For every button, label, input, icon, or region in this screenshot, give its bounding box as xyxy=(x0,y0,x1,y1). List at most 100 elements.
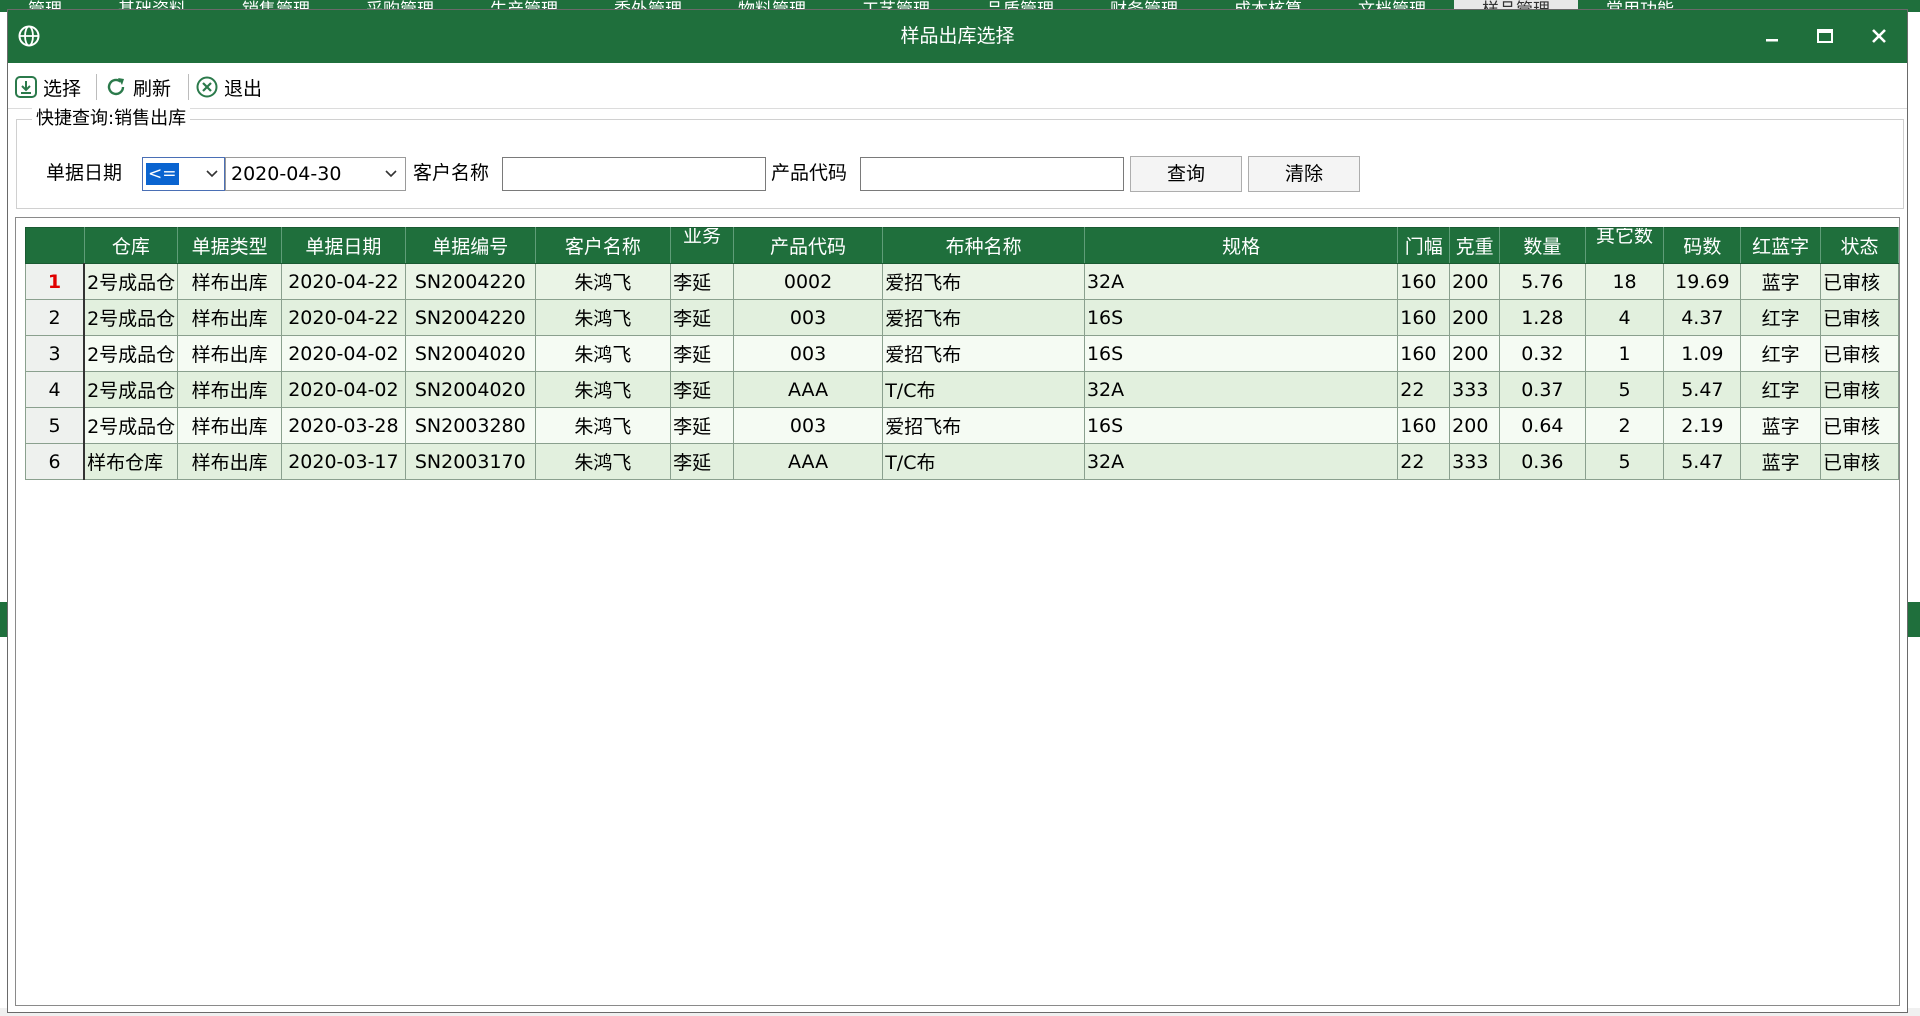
row-number-cell[interactable]: 5 xyxy=(25,407,86,444)
table-cell[interactable]: 2 xyxy=(1584,407,1665,444)
table-cell[interactable]: SN2004220 xyxy=(404,263,536,300)
table-cell[interactable]: 200 xyxy=(1449,407,1501,444)
table-cell[interactable]: 32A xyxy=(1083,371,1399,408)
table-cell[interactable]: 蓝字 xyxy=(1740,263,1822,300)
select-button[interactable]: 选择 xyxy=(14,73,81,101)
table-cell[interactable]: 200 xyxy=(1449,335,1501,372)
table-cell[interactable]: T/C布 xyxy=(882,443,1085,480)
table-row[interactable]: 3 2号成品仓 样布出库 2020-04-02 SN2004020 朱鸿飞 李延 003 爱招飞… xyxy=(25,335,1899,372)
table-cell[interactable]: 爱招飞布 xyxy=(882,407,1085,444)
row-number-cell[interactable]: 1 xyxy=(25,263,86,300)
row-number-cell[interactable]: 3 xyxy=(25,335,86,372)
table-cell[interactable]: 2号成品仓 xyxy=(83,263,179,300)
maximize-button[interactable] xyxy=(1805,20,1845,52)
table-cell[interactable]: 样布出库 xyxy=(177,263,282,300)
table-cell[interactable]: 2号成品仓 xyxy=(83,407,179,444)
table-cell[interactable]: 蓝字 xyxy=(1740,443,1822,480)
table-row[interactable]: 4 2号成品仓 样布出库 2020-04-02 SN2004020 朱鸿飞 李延 AAA T/C… xyxy=(25,371,1899,408)
table-cell[interactable]: 红字 xyxy=(1740,299,1822,336)
table-cell[interactable]: 李延 xyxy=(670,335,734,372)
table-cell[interactable]: 朱鸿飞 xyxy=(534,263,672,300)
table-cell[interactable]: 1 xyxy=(1584,335,1665,372)
table-cell[interactable]: 已审核 xyxy=(1820,263,1899,300)
table-cell[interactable]: 朱鸿飞 xyxy=(534,443,672,480)
table-cell[interactable]: 2.19 xyxy=(1663,407,1742,444)
column-header[interactable]: 规格 xyxy=(1083,227,1399,264)
column-header[interactable]: 码数 xyxy=(1663,227,1742,264)
table-cell[interactable]: 李延 xyxy=(670,299,734,336)
table-cell[interactable]: 0002 xyxy=(732,263,884,300)
table-cell[interactable]: 2020-04-22 xyxy=(280,299,406,336)
title-bar[interactable]: 样品出库选择 xyxy=(8,10,1907,63)
table-cell[interactable]: 003 xyxy=(732,299,884,336)
table-cell[interactable]: 16S xyxy=(1083,299,1399,336)
column-header[interactable]: 红蓝字 xyxy=(1740,227,1822,264)
table-cell[interactable]: 已审核 xyxy=(1820,443,1899,480)
row-number-cell[interactable]: 4 xyxy=(25,371,86,408)
table-cell[interactable]: 朱鸿飞 xyxy=(534,335,672,372)
column-header[interactable]: 单据日期 xyxy=(280,227,406,264)
row-number-header[interactable] xyxy=(25,227,85,264)
table-cell[interactable]: SN2004020 xyxy=(404,335,536,372)
table-cell[interactable]: 160 xyxy=(1397,407,1451,444)
table-cell[interactable]: 32A xyxy=(1083,443,1399,480)
column-header[interactable]: 单据编号 xyxy=(404,227,536,264)
table-cell[interactable]: AAA xyxy=(732,443,884,480)
table-cell[interactable]: 样布出库 xyxy=(177,371,282,408)
table-cell[interactable]: 160 xyxy=(1397,263,1451,300)
table-cell[interactable]: 样布出库 xyxy=(177,443,282,480)
table-cell[interactable]: 爱招飞布 xyxy=(882,335,1085,372)
table-cell[interactable]: 22 xyxy=(1397,371,1451,408)
table-cell[interactable]: 5.47 xyxy=(1663,371,1742,408)
column-header[interactable]: 客户名称 xyxy=(534,227,672,264)
customer-input[interactable] xyxy=(502,157,766,191)
table-cell[interactable]: 2号成品仓 xyxy=(83,299,179,336)
table-cell[interactable]: 李延 xyxy=(670,371,734,408)
table-cell[interactable]: 样布仓库 xyxy=(83,443,179,480)
table-cell[interactable]: 0.37 xyxy=(1499,371,1586,408)
table-cell[interactable]: 2020-03-28 xyxy=(280,407,406,444)
table-cell[interactable]: 李延 xyxy=(670,443,734,480)
table-cell[interactable]: 0.32 xyxy=(1499,335,1586,372)
table-cell[interactable]: T/C布 xyxy=(882,371,1085,408)
table-cell[interactable]: 18 xyxy=(1584,263,1665,300)
column-header[interactable]: 产品代码 xyxy=(732,227,884,264)
exit-button[interactable]: 退出 xyxy=(195,73,262,101)
table-cell[interactable]: 2号成品仓 xyxy=(83,335,179,372)
table-cell[interactable]: 4.37 xyxy=(1663,299,1742,336)
table-cell[interactable]: 200 xyxy=(1449,299,1501,336)
table-cell[interactable]: 003 xyxy=(732,407,884,444)
table-cell[interactable]: 朱鸿飞 xyxy=(534,299,672,336)
table-cell[interactable]: 003 xyxy=(732,335,884,372)
close-button[interactable] xyxy=(1859,20,1899,52)
table-row[interactable]: 6 样布仓库 样布出库 2020-03-17 SN2003170 朱鸿飞 李延 AAA T/C布… xyxy=(25,443,1899,480)
table-cell[interactable]: 李延 xyxy=(670,263,734,300)
table-cell[interactable]: 爱招飞布 xyxy=(882,299,1085,336)
table-cell[interactable]: 朱鸿飞 xyxy=(534,407,672,444)
table-cell[interactable]: AAA xyxy=(732,371,884,408)
table-cell[interactable]: 样布出库 xyxy=(177,407,282,444)
table-row[interactable]: 2 2号成品仓 样布出库 2020-04-22 SN2004220 朱鸿飞 李延 003 爱招飞… xyxy=(25,299,1899,336)
column-header[interactable]: 仓库 xyxy=(83,227,179,264)
refresh-button[interactable]: 刷新 xyxy=(104,73,171,101)
table-cell[interactable]: 16S xyxy=(1083,407,1399,444)
minimize-button[interactable] xyxy=(1752,20,1792,52)
table-cell[interactable]: 160 xyxy=(1397,299,1451,336)
table-cell[interactable]: 红字 xyxy=(1740,371,1822,408)
table-cell[interactable]: SN2003280 xyxy=(404,407,536,444)
table-cell[interactable]: 4 xyxy=(1584,299,1665,336)
column-header[interactable]: 克重 xyxy=(1449,227,1501,264)
table-cell[interactable]: 16S xyxy=(1083,335,1399,372)
table-cell[interactable]: 160 xyxy=(1397,335,1451,372)
table-cell[interactable]: 5 xyxy=(1584,371,1665,408)
column-header[interactable]: 数量 xyxy=(1499,227,1586,264)
table-cell[interactable]: 19.69 xyxy=(1663,263,1742,300)
table-cell[interactable]: 0.36 xyxy=(1499,443,1586,480)
table-cell[interactable]: 333 xyxy=(1449,443,1501,480)
table-cell[interactable]: 2020-03-17 xyxy=(280,443,406,480)
table-cell[interactable]: 1.28 xyxy=(1499,299,1586,336)
table-cell[interactable]: 样布出库 xyxy=(177,299,282,336)
table-cell[interactable]: 2020-04-02 xyxy=(280,335,406,372)
table-cell[interactable]: 2020-04-02 xyxy=(280,371,406,408)
table-cell[interactable]: SN2004220 xyxy=(404,299,536,336)
